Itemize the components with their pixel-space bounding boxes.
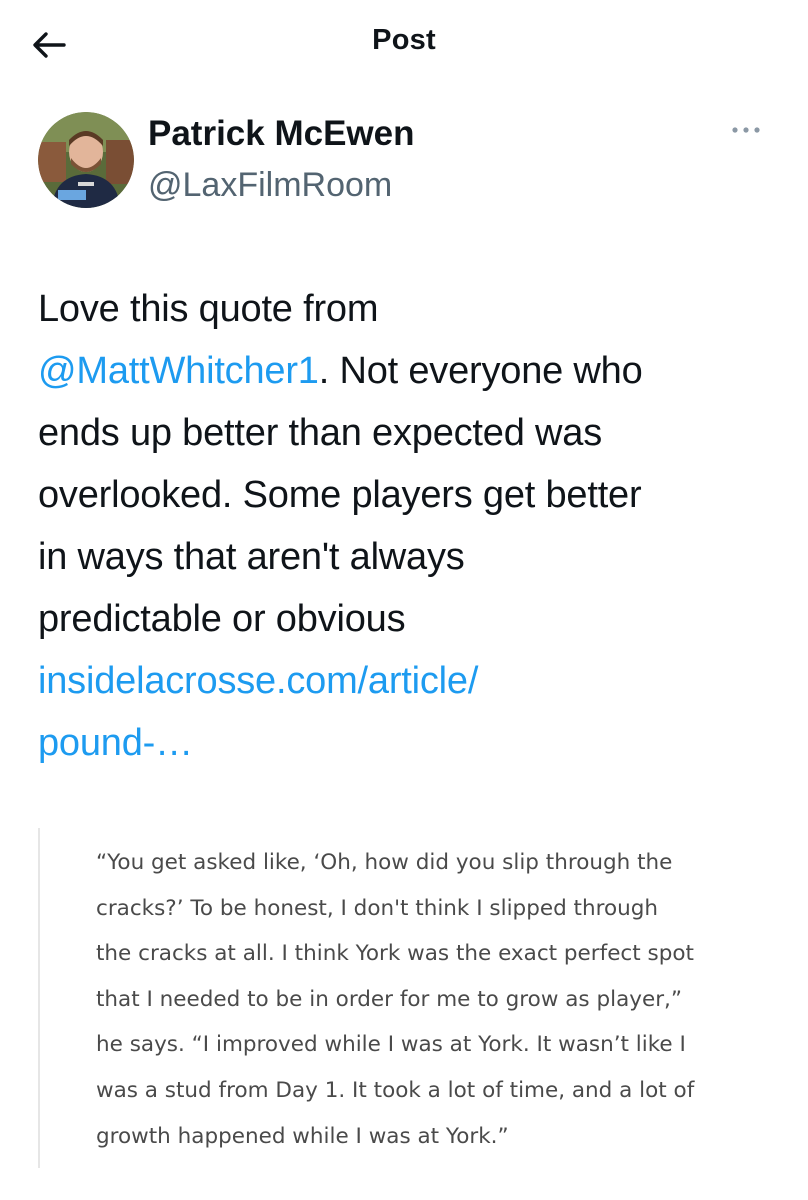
more-horizontal-icon: [732, 127, 760, 133]
quote-image[interactable]: “You get asked like, ‘Oh, how did you sl…: [38, 828, 780, 1168]
top-bar: Post: [0, 0, 808, 88]
author-name[interactable]: Patrick McEwen: [148, 114, 415, 154]
tweet-text-segment: ends up better than expected was: [38, 412, 602, 454]
tweet-text-segment: . Not everyone who: [318, 350, 643, 392]
mention-link[interactable]: @MattWhitcher1: [38, 350, 319, 392]
avatar[interactable]: [38, 112, 134, 208]
tweet-text-line: Love this quote from: [38, 278, 778, 340]
quote-line: he says. “I improved while I was at York…: [96, 1032, 686, 1058]
quote-line: cracks?’ To be honest, I don't think I s…: [96, 895, 659, 921]
quote-line: the cracks at all. I think York was the …: [96, 941, 694, 967]
tweet-text-line: ends up better than expected was: [38, 402, 778, 464]
article-link[interactable]: insidelacrosse.com/article/: [38, 660, 478, 702]
tweet-text-segment: in ways that aren't always: [38, 536, 465, 578]
page-title: Post: [372, 24, 436, 56]
quote-line: was a stud from Day 1. It took a lot of …: [96, 1077, 695, 1103]
tweet-text: Love this quote from @MattWhitcher1. Not …: [38, 278, 778, 774]
author-row: Patrick McEwen @LaxFilmRoom: [38, 108, 778, 208]
avatar-image: [38, 112, 134, 208]
tweet-text-segment: Love this quote from: [38, 288, 379, 330]
tweet-text-line: insidelacrosse.com/article/: [38, 650, 778, 712]
quote-line: growth happened while I was at York.”: [96, 1123, 509, 1149]
quote-line: that I needed to be in order for me to g…: [96, 986, 683, 1012]
tweet-text-line: predictable or obvious: [38, 588, 778, 650]
tweet-text-line: @MattWhitcher1. Not everyone who: [38, 340, 778, 402]
more-options-button[interactable]: [726, 118, 766, 142]
tweet-text-line: pound-…: [38, 712, 778, 774]
quote-line: “You get asked like, ‘Oh, how did you sl…: [96, 850, 673, 875]
tweet-text-line: overlooked. Some players get better: [38, 464, 778, 526]
tweet-text-segment: overlooked. Some players get better: [38, 474, 642, 516]
author-handle[interactable]: @LaxFilmRoom: [148, 166, 392, 205]
tweet-text-line: in ways that aren't always: [38, 526, 778, 588]
article-link[interactable]: pound-…: [38, 722, 193, 764]
quote-text: “You get asked like, ‘Oh, how did you sl…: [96, 840, 736, 1159]
tweet-text-segment: predictable or obvious: [38, 598, 406, 640]
